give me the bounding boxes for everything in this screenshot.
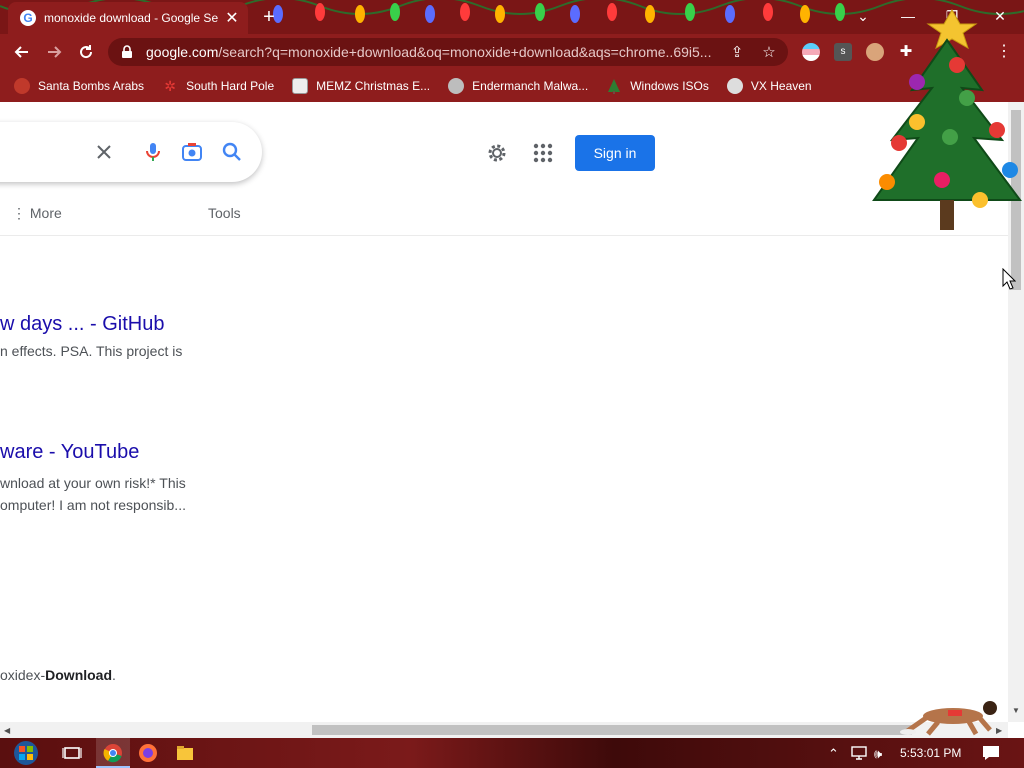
bookmark-santa-bombs[interactable]: Santa Bombs Arabs: [14, 78, 144, 94]
scroll-down-arrow-icon[interactable]: ▼: [1012, 706, 1020, 715]
tray-chevron-icon[interactable]: ⌃: [828, 746, 839, 762]
camera-lens-icon[interactable]: [180, 140, 204, 164]
bookmark-vx-heaven[interactable]: VX Heaven: [726, 78, 812, 94]
divider: [0, 235, 1008, 236]
network-icon[interactable]: [850, 745, 868, 761]
scroll-left-arrow-icon[interactable]: ◀: [4, 726, 10, 735]
extension-s-icon[interactable]: s: [834, 43, 852, 61]
snowflake-icon: ✲: [164, 78, 176, 94]
search-icon[interactable]: [220, 140, 244, 164]
bookmark-windows-isos[interactable]: Windows ISOs: [606, 78, 709, 94]
bookmark-label: South Hard Pole: [186, 79, 275, 93]
start-button-icon[interactable]: [8, 739, 44, 767]
gear-icon[interactable]: [485, 141, 509, 165]
christmas-tree-overlay: [872, 8, 1022, 230]
reload-icon[interactable]: [74, 40, 98, 64]
bookmark-memz[interactable]: MEMZ Christmas E...: [292, 78, 430, 94]
snippet-text: .: [112, 667, 116, 683]
tab-title: monoxide download - Google Se: [44, 11, 218, 25]
snippet-bold-text: Download: [45, 667, 113, 683]
clear-search-icon[interactable]: [92, 140, 116, 164]
bookmark-label: Windows ISOs: [630, 79, 709, 93]
memz-icon: [292, 78, 309, 94]
chrome-icon[interactable]: [103, 743, 123, 763]
bookmark-endermanch[interactable]: Endermanch Malwa...: [448, 78, 588, 94]
bookmark-label: Santa Bombs Arabs: [38, 79, 145, 93]
bookmark-star-icon[interactable]: ☆: [760, 44, 778, 62]
running-figure-overlay: [900, 701, 997, 736]
tab-close-icon[interactable]: ✕: [224, 8, 240, 28]
result-title-youtube[interactable]: ware - YouTube: [0, 441, 139, 464]
microphone-icon[interactable]: [141, 140, 165, 164]
forward-arrow-icon[interactable]: [42, 40, 66, 64]
taskbar-clock[interactable]: 5:53:01 PM: [900, 746, 961, 760]
file-explorer-icon[interactable]: [175, 743, 195, 763]
bookmark-south-hard-pole[interactable]: ✲ South Hard Pole: [162, 78, 274, 94]
snippet-text: oxidex-: [0, 667, 46, 683]
more-menu[interactable]: ⋮ More: [12, 205, 62, 222]
task-view-icon[interactable]: [62, 743, 82, 763]
result-snippet: omputer! I am not responsib...: [0, 497, 186, 513]
result-snippet: wnload at your own risk!* This: [0, 475, 186, 491]
apps-grid-icon[interactable]: [532, 142, 554, 164]
sign-in-button[interactable]: Sign in: [575, 135, 655, 171]
bookmark-label: MEMZ Christmas E...: [316, 79, 431, 93]
result-snippet: oxidex-Download.: [0, 664, 116, 686]
url-path: /search?q=monoxide+download&oq=monoxide+…: [218, 44, 712, 60]
firefox-icon[interactable]: [138, 743, 158, 763]
raccoon-icon: [448, 78, 465, 94]
notifications-icon[interactable]: [982, 745, 1000, 761]
bookmark-label: VX Heaven: [750, 79, 812, 93]
search-box[interactable]: [0, 122, 262, 182]
bookmark-label: Endermanch Malwa...: [472, 79, 589, 93]
result-title-github[interactable]: w days ... - GitHub: [0, 313, 165, 336]
share-icon[interactable]: ⇪: [728, 44, 746, 62]
browser-tab[interactable]: G monoxide download - Google Se ✕: [8, 2, 248, 34]
address-bar[interactable]: google.com/search?q=monoxide+download&oq…: [108, 38, 788, 66]
extension-flag-icon[interactable]: [802, 43, 820, 61]
vx-icon: [726, 78, 743, 94]
mouse-cursor-icon: [1002, 268, 1016, 290]
volume-icon[interactable]: 🕪: [874, 746, 882, 762]
lock-icon: [122, 45, 132, 58]
url-text: google.com/search?q=monoxide+download&oq…: [146, 44, 726, 60]
url-domain: google.com: [146, 44, 219, 60]
windows-taskbar: ⌃ 🕪 5:53:01 PM: [0, 738, 1024, 768]
back-arrow-icon[interactable]: [10, 40, 34, 64]
google-favicon-icon: G: [20, 10, 36, 26]
tools-button[interactable]: Tools: [208, 205, 241, 221]
new-tab-button[interactable]: +: [258, 7, 280, 29]
horizontal-scroll-thumb[interactable]: [312, 725, 912, 735]
result-snippet: n effects. PSA. This project is: [0, 343, 183, 359]
santa-icon: [14, 78, 30, 94]
tree-icon: [608, 79, 621, 94]
search-results-page: Sign in ⋮ More Tools w days ... - GitHub…: [0, 102, 1008, 722]
